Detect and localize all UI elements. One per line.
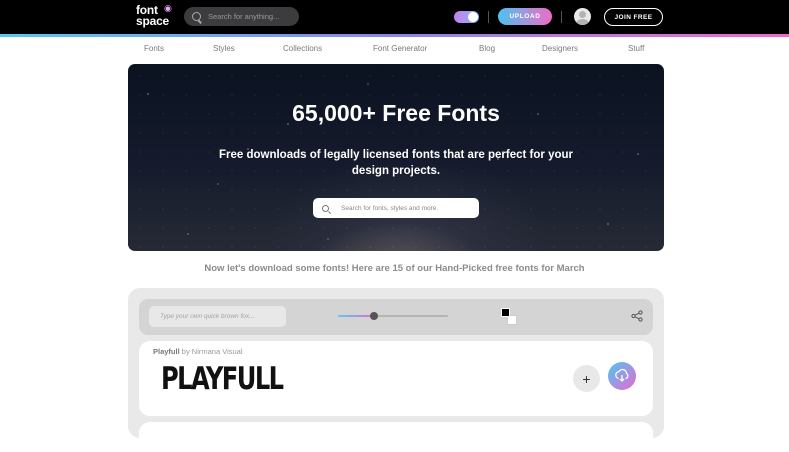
divider <box>488 11 489 23</box>
font-size-slider[interactable] <box>338 312 448 320</box>
hand-picked-intro: Now let's download some fonts! Here are … <box>204 263 585 274</box>
text-color-swatch[interactable] <box>501 308 510 317</box>
nav-item-collections[interactable]: Collections <box>283 44 322 53</box>
hero-title: 65,000+ Free Fonts <box>292 100 500 126</box>
designer-link[interactable]: Nirmana Visual <box>192 347 243 356</box>
top-bar: font space ◉ UPLOAD JOIN FREE <box>0 0 789 34</box>
nav-item-stuff[interactable]: Stuff <box>628 44 644 53</box>
ufo-icon: ◉ <box>164 3 172 13</box>
color-picker[interactable] <box>501 308 517 325</box>
search-icon <box>192 12 201 21</box>
search-icon <box>322 204 329 212</box>
site-logo[interactable]: font space ◉ <box>136 3 172 28</box>
nav-item-font-generator[interactable]: Font Generator <box>373 44 427 53</box>
hero-banner: 65,000+ Free Fonts Free downloads of leg… <box>128 64 664 251</box>
font-card[interactable] <box>139 422 653 452</box>
download-button[interactable] <box>608 362 636 390</box>
font-card[interactable]: Playfull by Nirmana Visual PLAYFULL + <box>139 341 653 416</box>
font-size-slider-fill <box>338 315 375 317</box>
global-search-input[interactable] <box>208 12 293 21</box>
upload-button[interactable]: UPLOAD <box>498 8 552 25</box>
font-preview-sample[interactable]: PLAYFULL <box>161 361 284 397</box>
font-name-link[interactable]: Playfull <box>153 347 180 356</box>
join-free-button[interactable]: JOIN FREE <box>604 8 663 26</box>
hero-search-input[interactable] <box>341 204 471 212</box>
add-to-collection-button[interactable]: + <box>573 365 600 392</box>
hero-subtitle: Free downloads of legally licensed fonts… <box>218 149 574 177</box>
global-search[interactable] <box>184 7 299 26</box>
font-list-panel: Playfull by Nirmana Visual PLAYFULL + <box>128 288 664 452</box>
preview-text-input[interactable] <box>149 306 286 327</box>
header-gradient-strip <box>0 34 789 37</box>
logo-line-2: space <box>136 14 170 28</box>
theme-toggle[interactable] <box>454 11 479 23</box>
nav-item-fonts[interactable]: Fonts <box>144 44 164 53</box>
plus-icon: + <box>582 370 591 387</box>
nav-item-blog[interactable]: Blog <box>479 44 495 53</box>
theme-toggle-knob <box>468 12 478 22</box>
by-label: by <box>181 347 190 356</box>
nav-item-designers[interactable]: Designers <box>542 44 578 53</box>
hero-search[interactable] <box>313 198 479 218</box>
preview-toolbar <box>139 299 653 335</box>
font-card-meta: Playfull by Nirmana Visual <box>153 347 243 356</box>
nav-item-styles[interactable]: Styles <box>213 44 235 53</box>
divider <box>561 11 562 23</box>
user-avatar-icon[interactable] <box>574 8 591 25</box>
main-nav: Fonts Styles Collections Font Generator … <box>0 44 789 56</box>
share-icon[interactable] <box>631 310 643 322</box>
font-size-slider-thumb[interactable] <box>370 312 379 320</box>
download-icon <box>615 368 629 382</box>
